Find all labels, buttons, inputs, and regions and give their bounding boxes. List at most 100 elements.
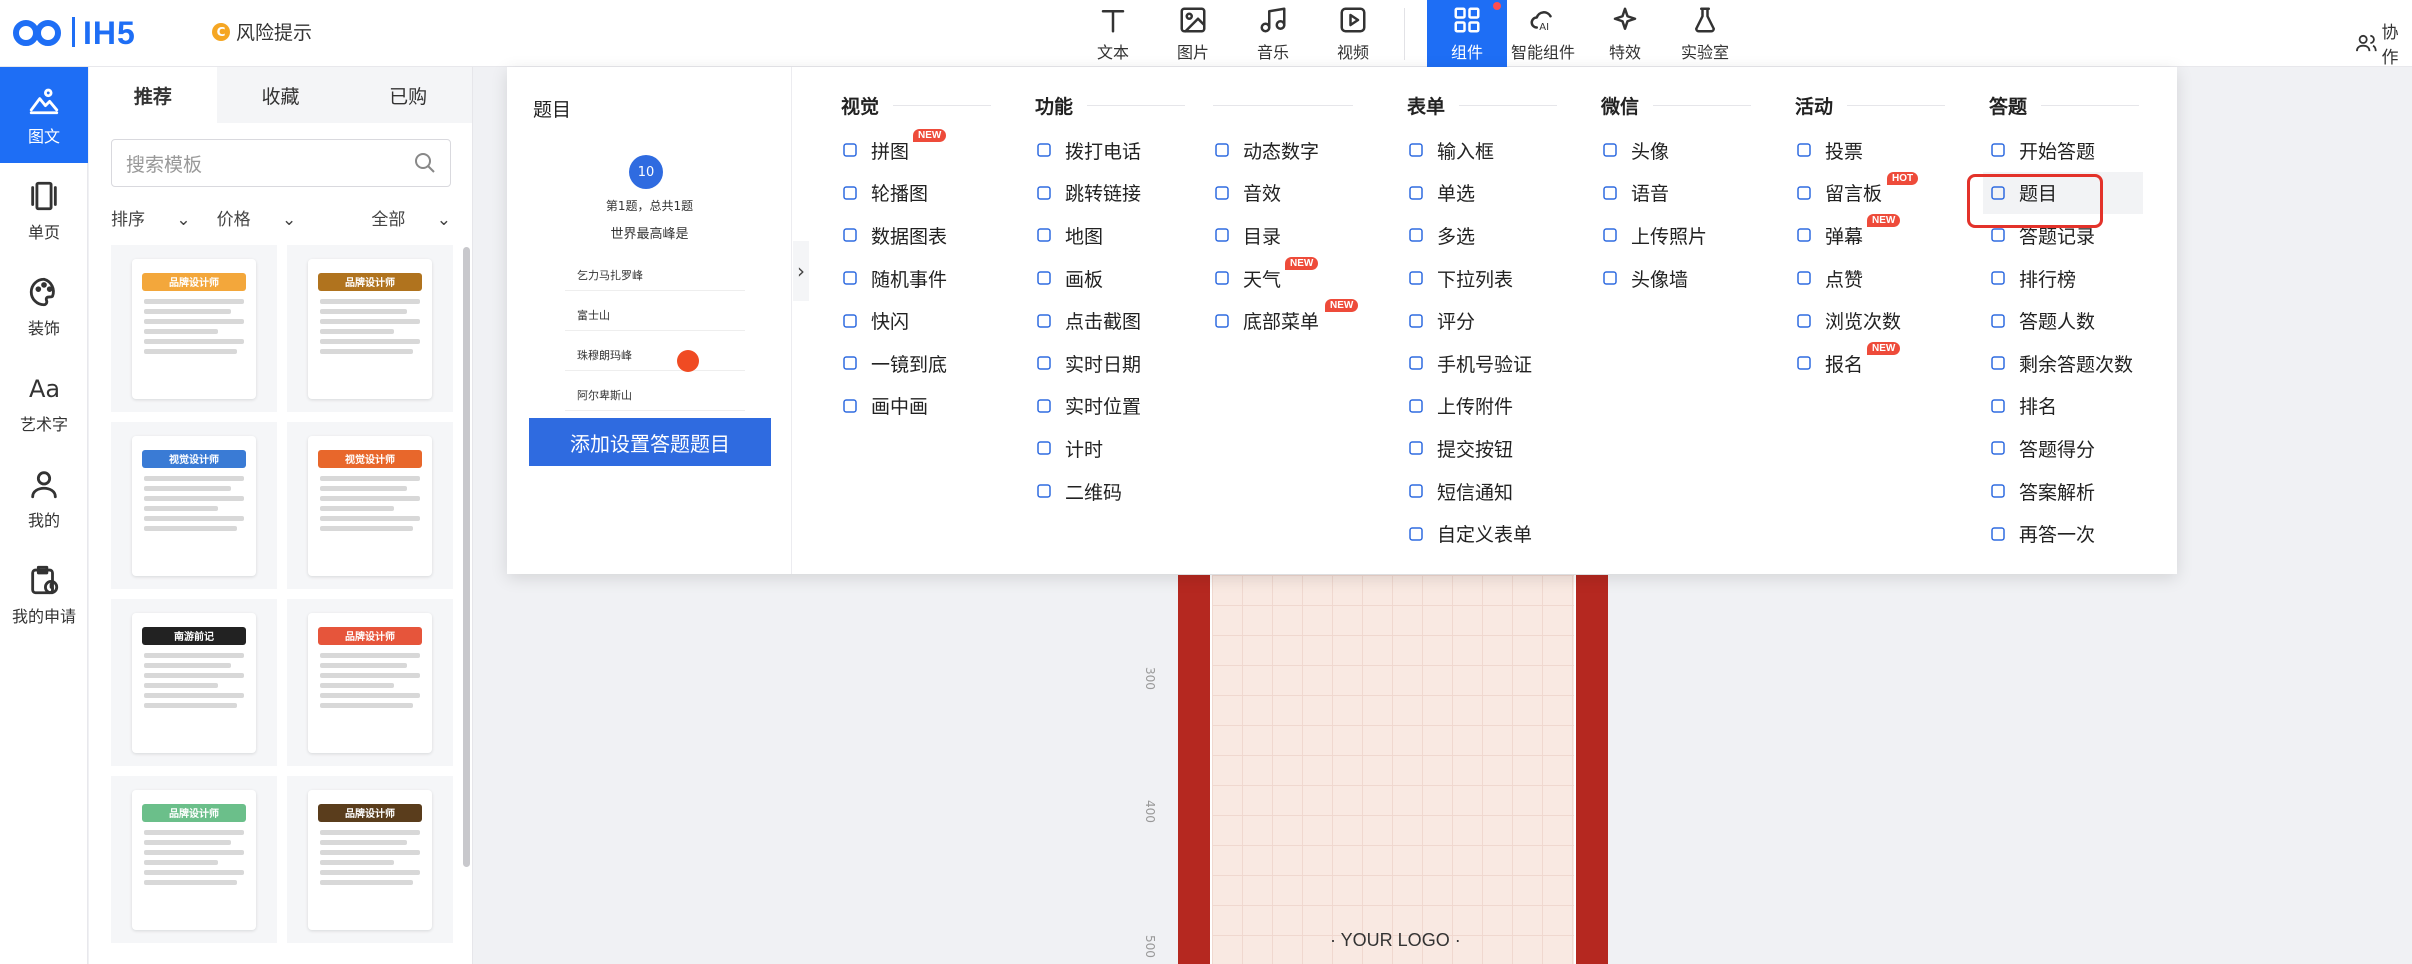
component-item[interactable]: 头像墙 [1601,257,1751,300]
component-item[interactable]: 浏览次数 [1795,299,1945,342]
add-question-button[interactable]: 添加设置答题题目 [529,418,771,466]
toolbar-label: 实验室 [1680,42,1729,62]
app-logo[interactable]: IH5 [12,14,136,53]
component-item[interactable]: 点击截图 [1035,299,1185,342]
component-item[interactable]: 短信通知 [1407,470,1557,513]
toolbar-flask-button[interactable]: 实验室 [1667,0,1743,67]
toolbar-image-button[interactable]: 图片 [1155,0,1231,67]
component-item[interactable]: 答题人数 [1989,299,2139,342]
component-item[interactable]: 天气 NEW [1213,256,1353,300]
component-item[interactable]: 拼图 NEW [841,129,991,172]
toolbar-ai-button[interactable]: AI 智能组件 [1505,0,1581,67]
component-item[interactable]: 随机事件 [841,257,991,300]
component-item[interactable]: 留言板 HOT [1795,171,1945,215]
template-card[interactable]: 品牌设计师 [287,245,453,412]
template-card[interactable]: 视觉设计师 [111,422,277,589]
component-item[interactable]: 轮播图 [841,172,991,215]
component-item[interactable]: 弹幕 NEW [1795,214,1945,257]
component-item[interactable]: 评分 [1407,299,1557,342]
collab-button[interactable]: 协作 [2356,18,2412,68]
component-item[interactable]: 单选 [1407,172,1557,215]
rail-item-user[interactable]: 我的 [0,451,88,547]
component-item[interactable]: 开始答题 [1989,129,2139,172]
risk-notice[interactable]: C 风险提示 [212,18,312,45]
component-item[interactable]: 点赞 [1795,257,1945,300]
template-tab[interactable]: 推荐 [89,67,217,123]
toolbar-sparkle-button[interactable]: 特效 [1587,0,1663,67]
component-item[interactable]: 自定义表单 [1407,512,1557,555]
collapse-arrow-icon[interactable]: › [793,241,809,301]
template-scrollbar[interactable] [463,247,470,867]
column-title: 功能 [1035,93,1185,118]
component-item[interactable]: 答题得分 [1989,427,2139,470]
risk-notice-label: 风险提示 [236,22,313,44]
rail-item-art-text[interactable]: Aa 艺术字 [0,355,88,451]
component-icon [1035,354,1053,372]
component-item[interactable]: 数据图表 [841,214,991,257]
rail-item-apply[interactable]: 我的申请 [0,547,88,643]
canvas-logo-text[interactable]: · YOUR LOGO · [1330,930,1461,951]
component-item[interactable]: 地图 [1035,214,1185,257]
template-tab[interactable]: 已购 [344,67,473,123]
component-item[interactable]: 跳转链接 [1035,172,1185,215]
component-item[interactable]: 动态数字 [1213,129,1353,172]
component-item[interactable]: 剩余答题次数 [1989,342,2139,385]
component-item[interactable]: 投票 [1795,129,1945,172]
template-card[interactable]: 品牌设计师 [111,776,277,943]
thumbnail-title: 品牌设计师 [142,272,246,291]
template-card[interactable]: 南游前记 [111,599,277,766]
rail-item-image-text[interactable]: 图文 [0,67,88,163]
component-item[interactable]: 提交按钮 [1407,427,1557,470]
component-label: 动态数字 [1243,140,1320,163]
question-preview: 题目 10 第1题，总共1题 世界最高峰是 乞力马扎罗峰 富士山 珠穆朗玛峰 阿尔卑斯… [507,67,792,574]
component-item[interactable]: 画中画 [841,385,991,428]
component-label: 报名 [1825,353,1864,376]
column-title: 视觉 [841,93,991,118]
component-item[interactable]: 实时位置 [1035,385,1185,428]
component-item[interactable]: 底部菜单 NEW [1213,299,1359,342]
component-icon [1989,354,2007,372]
component-item[interactable]: 手机号验证 [1407,342,1557,385]
component-item[interactable]: 再答一次 [1989,512,2139,555]
component-item[interactable]: 画板 [1035,257,1185,300]
toolbar-text-button[interactable]: 文本 [1075,0,1151,67]
component-item[interactable]: 计时 [1035,427,1185,470]
component-item[interactable]: 实时日期 [1035,342,1185,385]
component-item[interactable]: 音效 [1213,172,1353,215]
component-item[interactable]: 一镜到底 [841,342,991,385]
component-item[interactable]: 语音 [1601,172,1751,215]
template-card[interactable]: 品牌设计师 [287,599,453,766]
component-item[interactable]: 输入框 [1407,129,1557,172]
template-card[interactable]: 品牌设计师 [287,776,453,943]
toolbar-music-button[interactable]: 音乐 [1235,0,1311,67]
all-dropdown[interactable]: 全部 ⌄ [371,205,451,230]
rail-label: 艺术字 [19,415,68,434]
template-card[interactable]: 视觉设计师 [287,422,453,589]
component-item[interactable]: 拨打电话 [1035,129,1185,172]
component-label: 弹幕 [1825,225,1864,248]
component-label: 手机号验证 [1437,353,1533,376]
component-item[interactable]: 快闪 [841,299,991,342]
toolbar-video-button[interactable]: 视频 [1315,0,1391,67]
rail-item-palette[interactable]: 装饰 [0,259,88,355]
component-item[interactable]: 头像 [1601,129,1751,172]
component-item[interactable]: 目录 [1213,214,1353,257]
toolbar-component-button[interactable]: 组件 [1427,0,1507,67]
component-item[interactable]: 二维码 [1035,470,1185,513]
component-item[interactable]: 排名 [1989,385,2139,428]
template-card[interactable]: 品牌设计师 [111,245,277,412]
ai-icon: AI [1528,5,1558,39]
component-item[interactable]: 排行榜 [1989,257,2139,300]
rail-item-page[interactable]: 单页 [0,163,88,259]
canvas-page[interactable] [1210,575,1576,964]
sort-dropdown[interactable]: 排序 ⌄ [111,205,191,230]
component-item[interactable]: 多选 [1407,214,1557,257]
component-item[interactable]: 上传照片 [1601,214,1751,257]
component-item[interactable]: 答案解析 [1989,470,2139,513]
template-tab[interactable]: 收藏 [216,67,345,123]
price-dropdown[interactable]: 价格 ⌄ [217,205,297,230]
template-search-input[interactable]: 搜索模板 [111,139,451,187]
component-item[interactable]: 报名 NEW [1795,341,1945,385]
component-item[interactable]: 上传附件 [1407,385,1557,428]
component-item[interactable]: 下拉列表 [1407,257,1557,300]
